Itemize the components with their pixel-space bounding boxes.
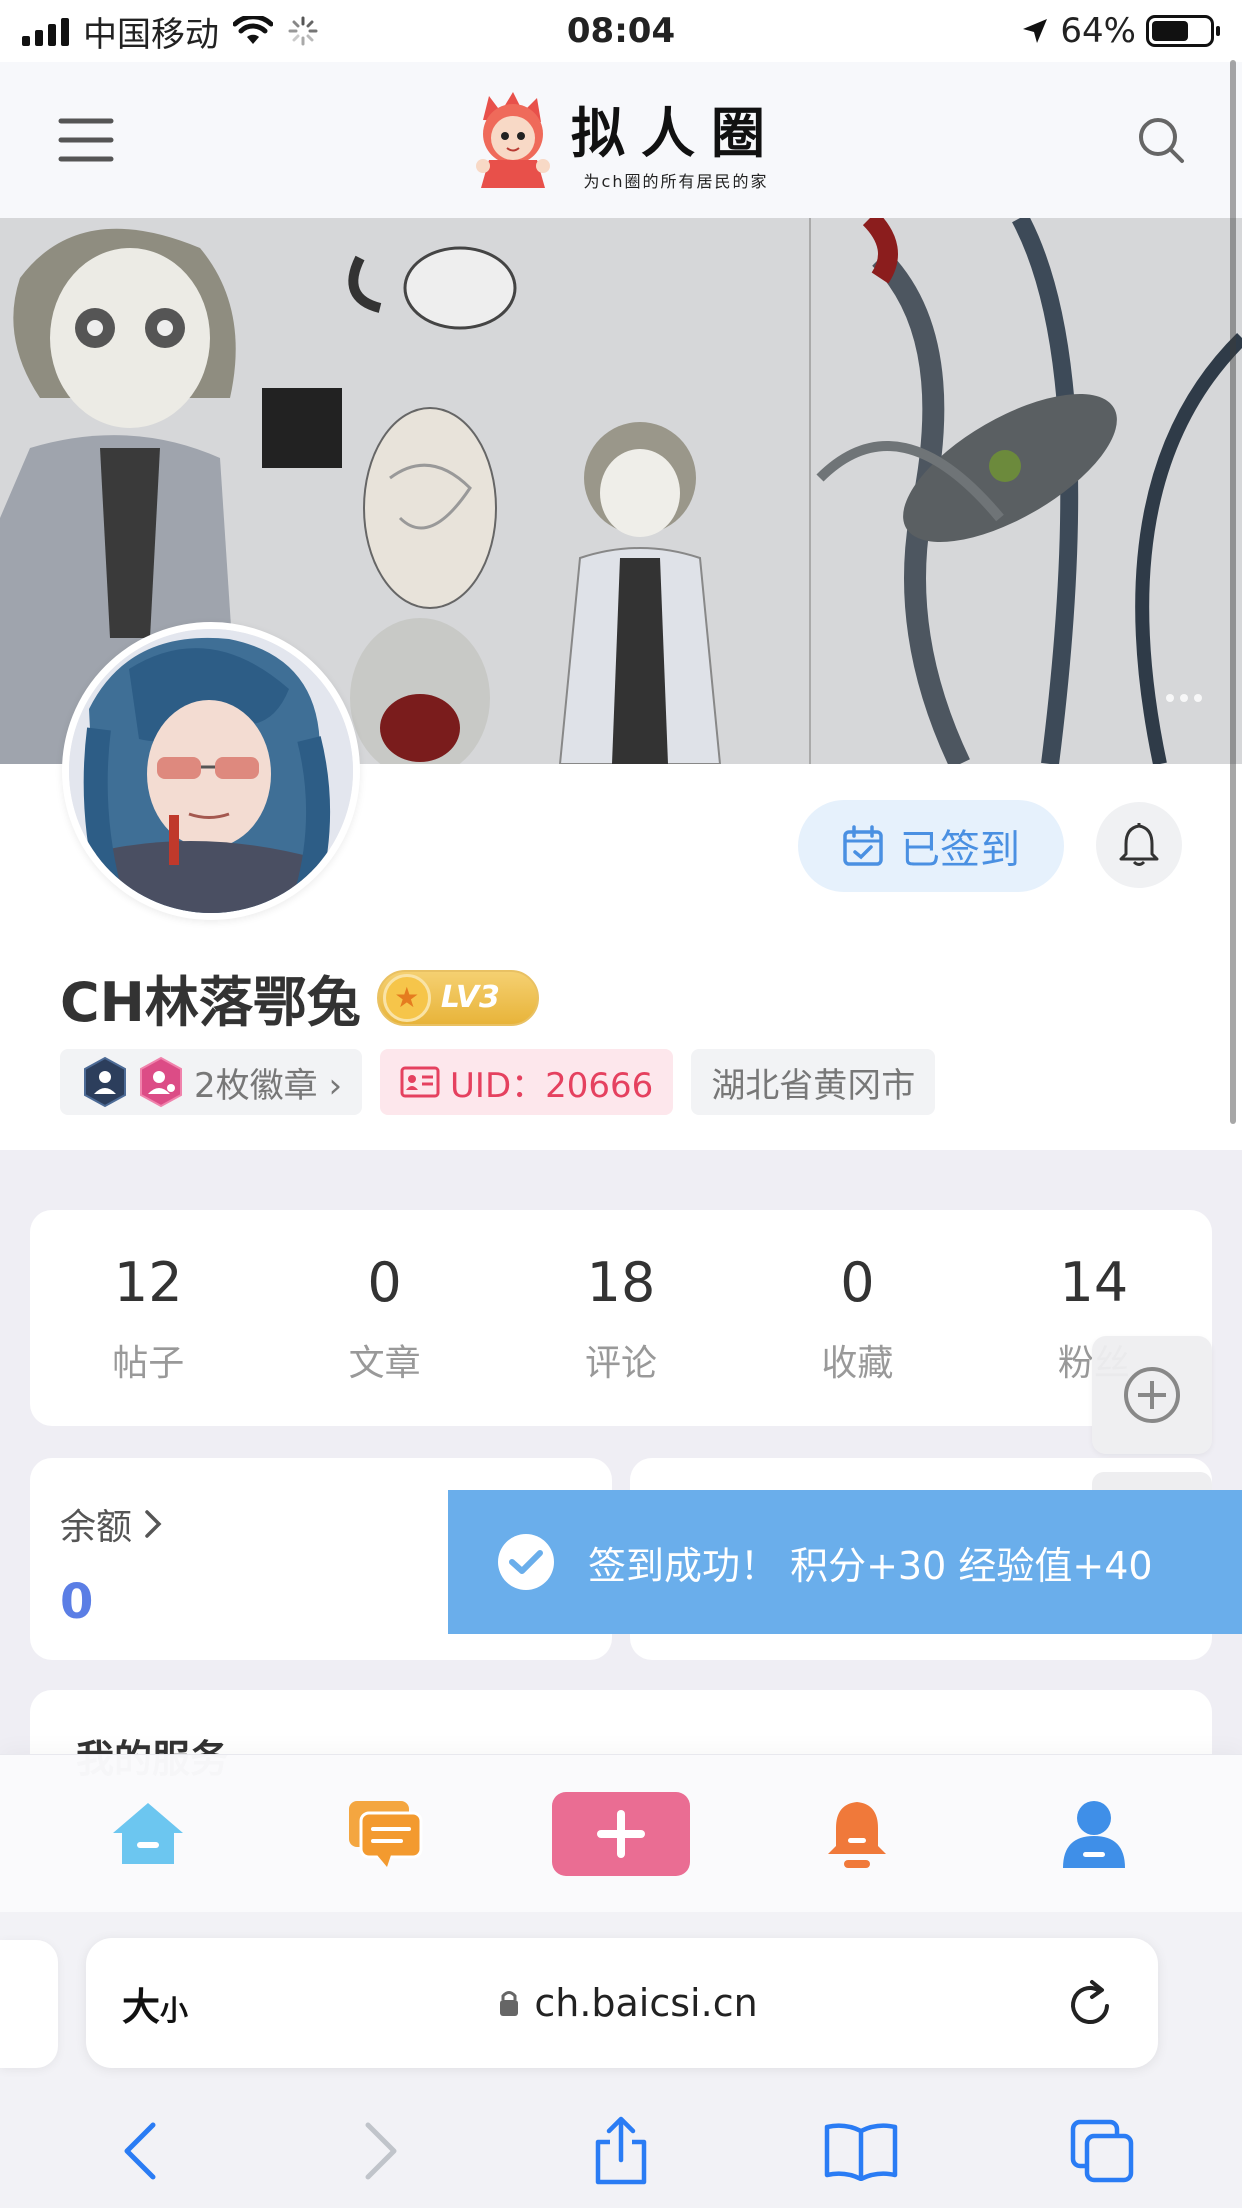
text-size-large: 大 (122, 1984, 161, 2029)
stats-card: 12 帖子 0 文章 18 评论 0 收藏 14 粉丝 (30, 1210, 1212, 1426)
pink-user-badge-icon (140, 1056, 182, 1108)
tab-home[interactable] (78, 1784, 218, 1884)
balance-label: 余额 (60, 1507, 133, 1548)
stat-posts[interactable]: 12 帖子 (30, 1210, 266, 1426)
shield-user-badge-icon (84, 1056, 126, 1108)
mascot-logo-icon (476, 92, 550, 188)
location-label: 湖北省黄冈市 (711, 1065, 916, 1106)
check-circle-icon (498, 1534, 554, 1590)
back-button[interactable] (80, 2106, 200, 2196)
location-tag: 湖北省黄冈市 (691, 1049, 936, 1115)
chevron-right-icon (145, 1510, 162, 1538)
loading-spinner-icon (288, 16, 318, 46)
banner-dot[interactable] (1194, 694, 1202, 702)
checkin-success-toast: 签到成功！ 积分+30 经验值+40 (448, 1490, 1242, 1634)
plus-icon (596, 1809, 645, 1858)
battery-percent: 64% (1060, 11, 1136, 51)
search-icon[interactable] (1136, 115, 1186, 165)
badges-tag[interactable]: 2枚徽章 › (60, 1049, 363, 1115)
bell-notification-icon (828, 1801, 887, 1868)
plus-circle-icon (1124, 1367, 1180, 1423)
id-card-icon (400, 1066, 440, 1098)
toast-message: 签到成功！ 积分+30 经验值+40 (588, 1543, 1153, 1588)
wifi-icon (233, 16, 273, 44)
bell-icon (1119, 823, 1159, 866)
back-arrow-icon (124, 2122, 156, 2180)
user-icon (1062, 1800, 1125, 1868)
stat-favorites[interactable]: 0 收藏 (739, 1210, 975, 1426)
stat-label: 文章 (348, 1342, 421, 1384)
battery-icon (1146, 15, 1220, 47)
share-icon (595, 2116, 647, 2185)
bottom-tab-bar (0, 1754, 1242, 1912)
checked-in-button[interactable]: 已签到 (798, 800, 1064, 892)
location-arrow-icon (1023, 19, 1048, 43)
previous-tab-peek[interactable] (0, 1940, 58, 2068)
uid-tag[interactable]: UID：20666 (380, 1049, 674, 1115)
stat-value: 14 (1059, 1250, 1129, 1314)
stat-value: 0 (840, 1250, 875, 1314)
site-header: 拟人圈 为ch圈的所有居民的家 (0, 62, 1242, 218)
username-row: CH林落鄂兔 ★ LV3 (60, 958, 539, 1037)
banner-dot[interactable] (1166, 694, 1174, 702)
lock-icon (500, 1991, 519, 2016)
tab-publish[interactable] (551, 1784, 691, 1884)
tabs-icon (1070, 2119, 1133, 2183)
stat-label: 帖子 (112, 1342, 185, 1384)
calendar-check-icon (843, 825, 883, 866)
logo-subtitle: 为ch圈的所有居民的家 (583, 171, 769, 191)
reload-icon[interactable] (1068, 1979, 1114, 2027)
browser-chrome: 大小 ch.baicsi.cn (0, 1912, 1242, 2208)
badges-count-label: 2枚徽章 › (194, 1065, 343, 1106)
logo-title: 拟人圈 (571, 100, 781, 165)
publish-button[interactable] (551, 1791, 690, 1876)
browser-toolbar (0, 2096, 1242, 2206)
avatar-illustration (69, 629, 353, 913)
banner-pagination (1166, 694, 1202, 702)
menu-icon[interactable] (58, 117, 114, 163)
share-button[interactable] (561, 2106, 681, 2196)
url-text: ch.baicsi.cn (534, 1981, 758, 2025)
book-icon (825, 2123, 898, 2181)
stat-label: 收藏 (821, 1342, 894, 1384)
status-right: 64% (1020, 11, 1220, 51)
text-size-button[interactable]: 大小 (122, 1976, 188, 2031)
notification-bell-button[interactable] (1096, 802, 1182, 888)
checked-in-label: 已签到 (900, 827, 1020, 873)
carrier-name: 中国移动 (83, 14, 219, 55)
home-icon (113, 1802, 184, 1864)
url-display[interactable]: ch.baicsi.cn (498, 1981, 758, 2025)
tab-profile[interactable] (1024, 1784, 1164, 1884)
banner-dot[interactable] (1180, 694, 1188, 702)
stat-label: 评论 (585, 1342, 658, 1384)
tabs-button[interactable] (1042, 2106, 1162, 2196)
status-bar: 中国移动 08:04 64% (0, 0, 1242, 62)
text-size-small: 小 (160, 1993, 189, 2027)
bookmarks-button[interactable] (801, 2106, 921, 2196)
floating-add-button[interactable] (1092, 1336, 1212, 1454)
star-icon: ★ (382, 973, 431, 1022)
stat-value: 0 (367, 1250, 402, 1314)
cellular-signal-icon (22, 16, 69, 46)
stat-value: 18 (586, 1250, 656, 1314)
tab-notifications[interactable] (787, 1784, 927, 1884)
tab-messages[interactable] (315, 1784, 455, 1884)
avatar[interactable] (62, 622, 360, 920)
level-label: LV3 (440, 980, 500, 1015)
address-bar[interactable]: 大小 ch.baicsi.cn (86, 1938, 1158, 2068)
stat-value: 12 (113, 1250, 183, 1314)
level-badge: ★ LV3 (376, 969, 539, 1026)
page-scrollbar[interactable] (1230, 60, 1236, 1124)
uid-label: UID：20666 (450, 1065, 654, 1106)
site-logo[interactable]: 拟人圈 为ch圈的所有居民的家 (469, 89, 781, 192)
status-left: 中国移动 (22, 7, 319, 56)
chat-icon (348, 1800, 423, 1867)
forward-arrow-icon (365, 2122, 397, 2180)
forward-button[interactable] (321, 2106, 441, 2196)
profile-tags: 2枚徽章 › UID：20666 湖北省黄冈市 (60, 1049, 936, 1115)
username: CH林落鄂兔 (60, 971, 361, 1034)
stat-comments[interactable]: 18 评论 (503, 1210, 739, 1426)
stat-articles[interactable]: 0 文章 (266, 1210, 502, 1426)
